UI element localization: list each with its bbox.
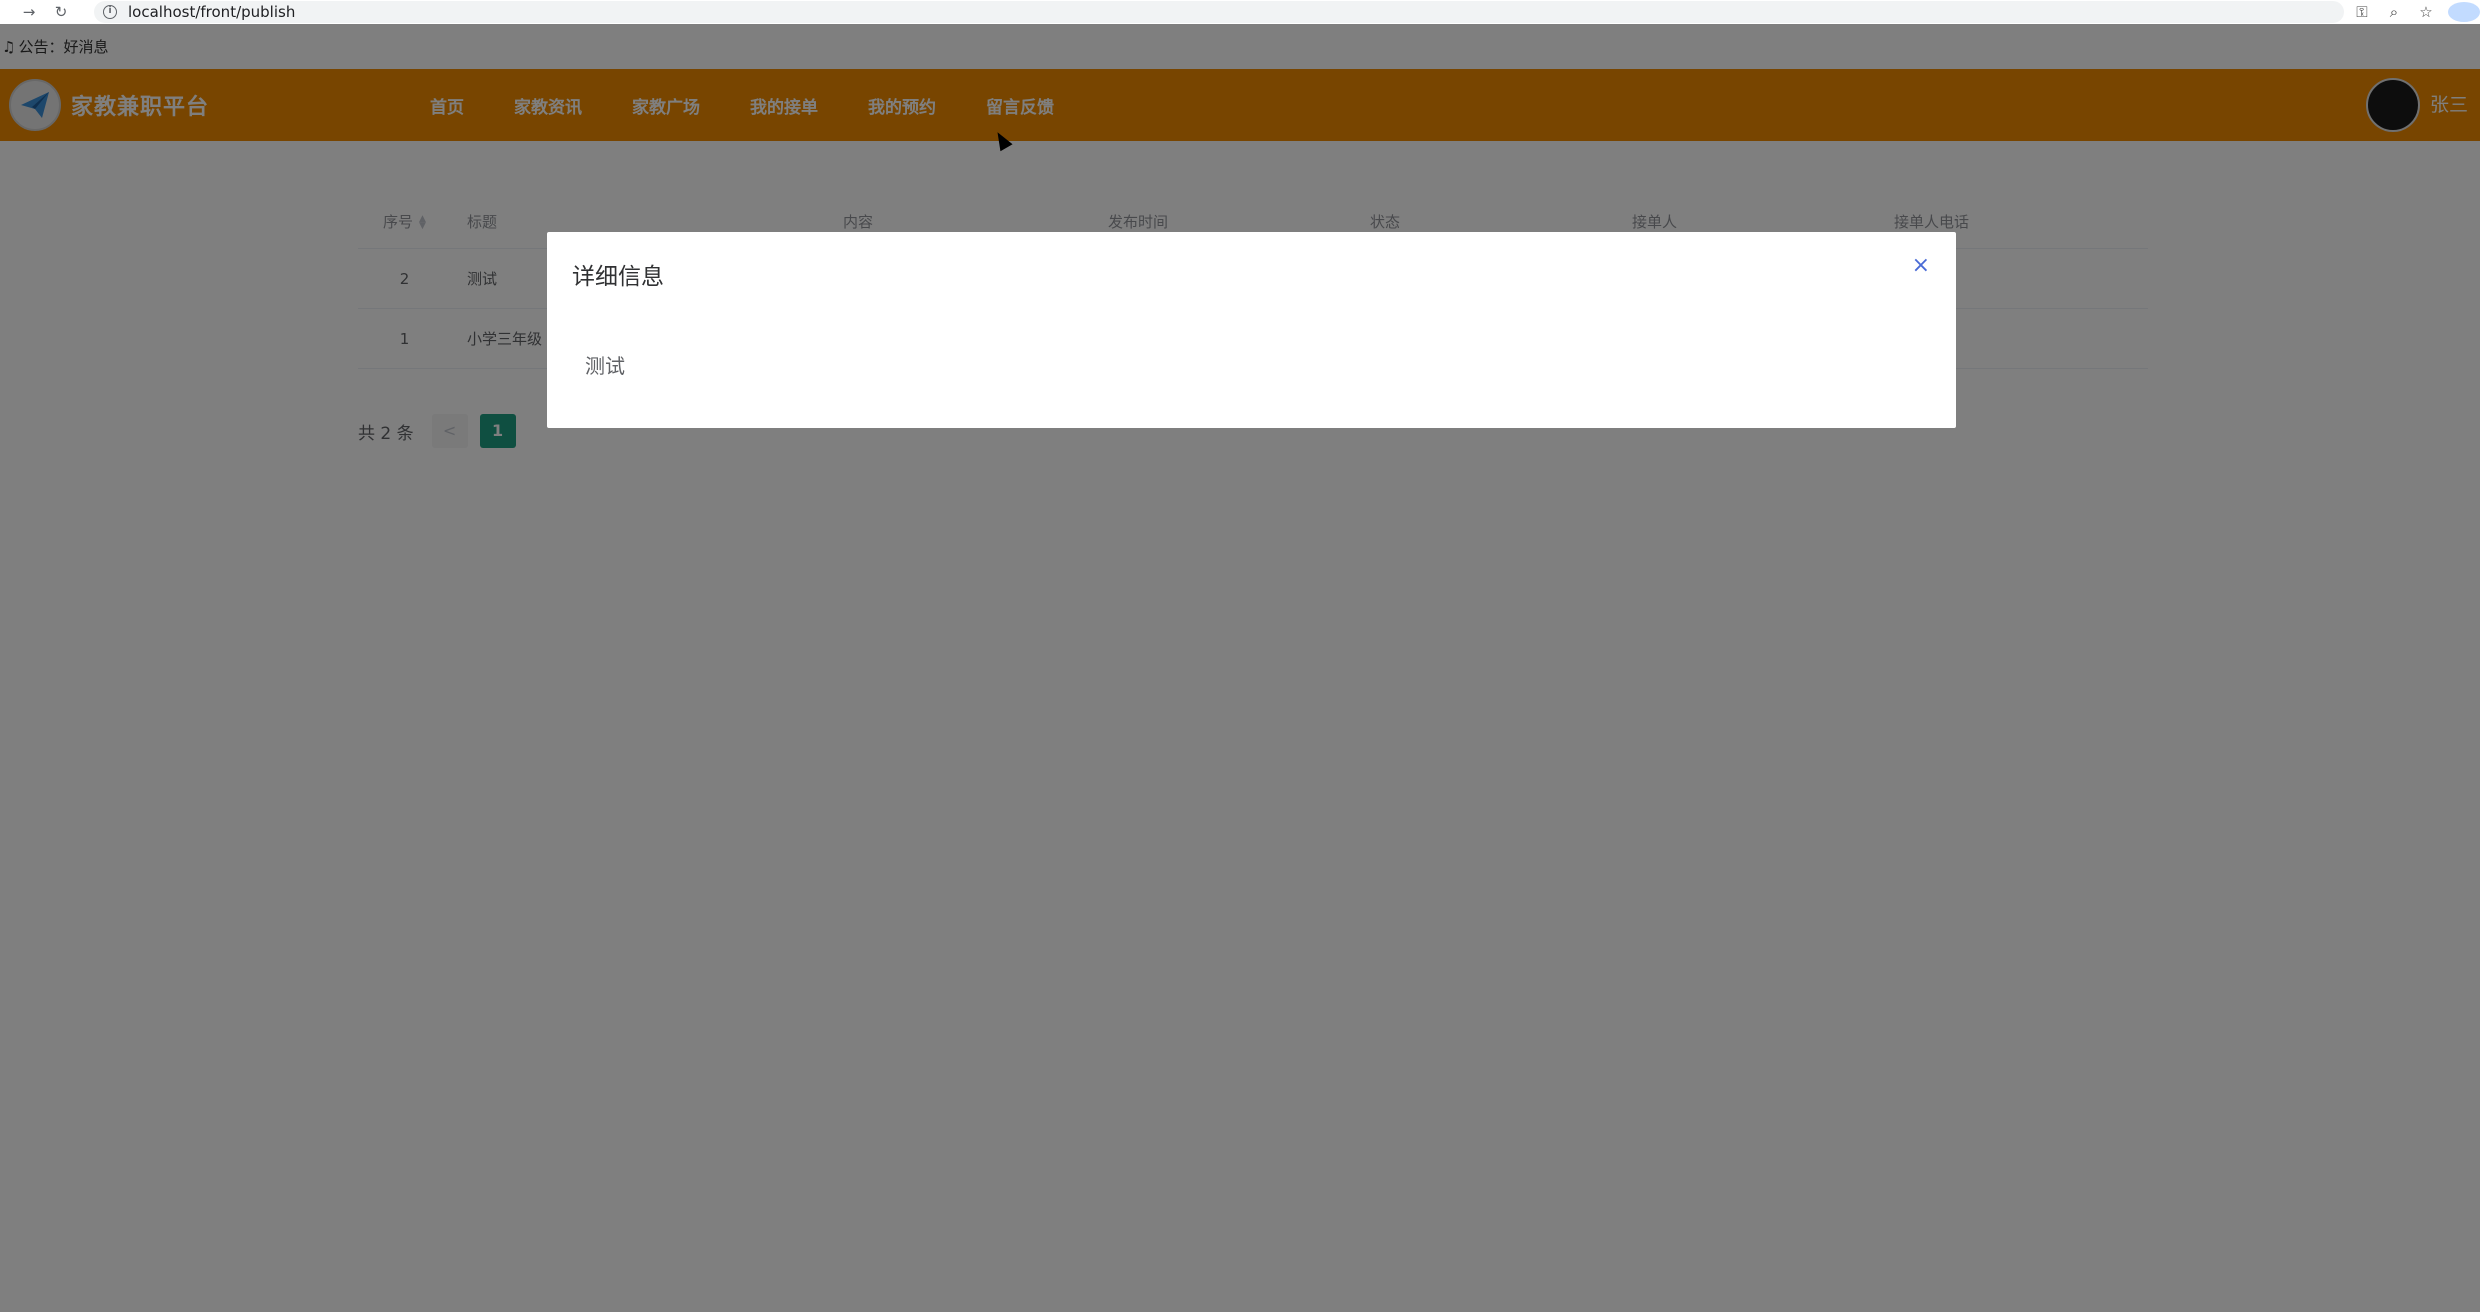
dialog-title: 详细信息 bbox=[572, 264, 664, 290]
dialog-body: 测试 bbox=[585, 354, 625, 378]
site-info-icon[interactable]: i bbox=[103, 5, 117, 19]
url-text: localhost/front/publish bbox=[128, 3, 296, 21]
star-icon[interactable]: ☆ bbox=[2410, 3, 2442, 21]
browser-toolbar: → ↻ i localhost/front/publish ⚿ ⌕ ☆ bbox=[0, 0, 2480, 24]
zoom-icon[interactable]: ⌕ bbox=[2378, 3, 2410, 21]
detail-dialog: 详细信息 × 测试 bbox=[547, 232, 1956, 428]
profile-icon[interactable] bbox=[2448, 2, 2480, 22]
key-icon[interactable]: ⚿ bbox=[2346, 3, 2378, 21]
reload-icon[interactable]: ↻ bbox=[50, 1, 72, 23]
modal-overlay[interactable] bbox=[0, 24, 2480, 1312]
forward-icon[interactable]: → bbox=[18, 1, 40, 23]
address-bar[interactable]: i localhost/front/publish bbox=[94, 1, 2344, 23]
browser-actions: ⚿ ⌕ ☆ bbox=[2346, 0, 2480, 24]
close-icon[interactable]: × bbox=[1912, 253, 1930, 278]
